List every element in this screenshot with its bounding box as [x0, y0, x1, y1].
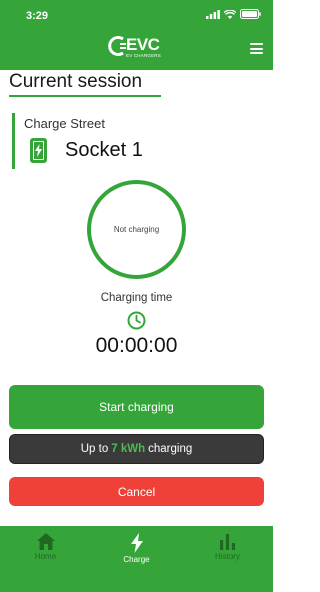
charging-status-text: Not charging — [113, 225, 160, 234]
limit-suffix: charging — [148, 443, 193, 455]
tab-history-label: History — [215, 552, 240, 561]
start-charging-button[interactable]: Start charging — [9, 385, 264, 429]
tab-charge-label: Charge — [123, 555, 150, 564]
clock-icon — [127, 311, 146, 330]
charging-status-circle: Not charging — [87, 180, 186, 279]
app-logo: EVC EV CHARGERS — [108, 34, 168, 60]
hamburger-menu-icon[interactable] — [250, 43, 263, 54]
cancel-button[interactable]: Cancel — [9, 477, 264, 506]
status-time: 3:29 — [26, 10, 49, 22]
charging-time-label: Charging time — [100, 292, 173, 304]
logo-subtitle: EV CHARGERS — [126, 53, 161, 58]
logo-text: EVC — [126, 35, 160, 54]
bottom-tab-bar: Home Charge History — [0, 526, 273, 592]
limit-value: 7 kWh — [111, 443, 146, 455]
history-icon — [220, 534, 235, 550]
station-card: Charge Street Socket 1 — [12, 113, 212, 169]
socket-charging-icon — [30, 138, 47, 163]
status-icons — [206, 9, 261, 19]
wifi-icon — [224, 9, 236, 19]
limit-prefix: Up to — [80, 443, 109, 455]
page-title: Current session — [9, 71, 143, 92]
tab-history[interactable]: History — [182, 526, 273, 574]
charge-icon — [130, 533, 143, 553]
home-icon — [36, 533, 55, 550]
socket-label: Socket 1 — [65, 139, 143, 161]
battery-icon — [240, 9, 261, 19]
station-name: Charge Street — [24, 116, 105, 131]
title-underline — [9, 95, 161, 97]
tab-charge[interactable]: Charge — [91, 526, 182, 574]
signal-icon — [206, 9, 220, 19]
app-header: 3:29 EVC EV CHARGERS — [0, 0, 273, 70]
cancel-label: Cancel — [117, 484, 156, 499]
charging-time-value: 00:00:00 — [95, 334, 178, 357]
tab-home[interactable]: Home — [0, 526, 91, 574]
tab-home-label: Home — [34, 552, 57, 561]
charge-limit-button[interactable]: Up to 7 kWh charging — [9, 434, 264, 464]
start-charging-label: Start charging — [99, 400, 174, 414]
logo-plug-icon — [108, 36, 126, 56]
